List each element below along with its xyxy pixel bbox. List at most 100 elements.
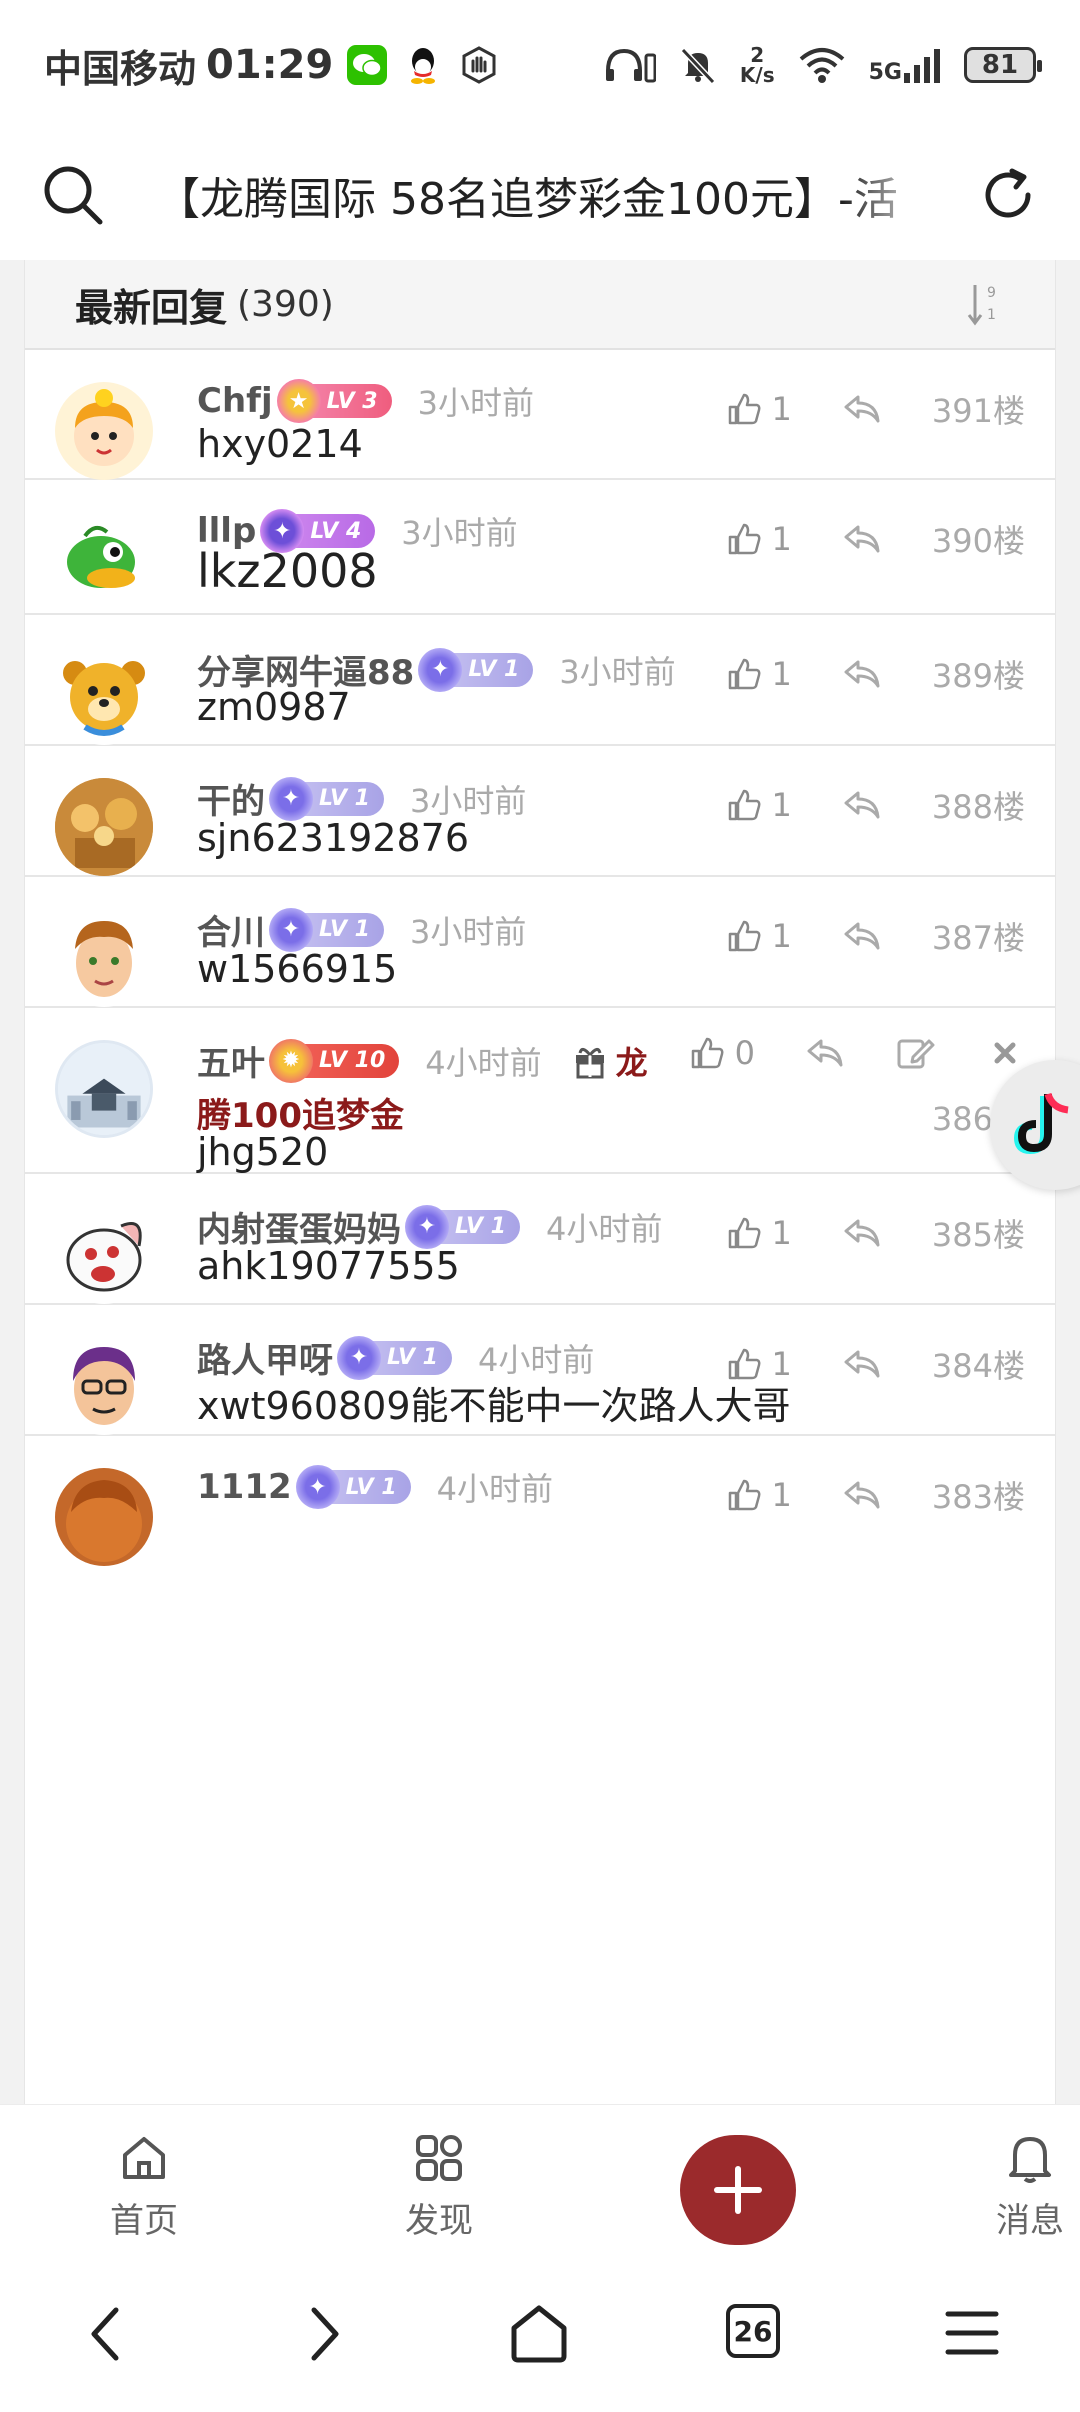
title-bar: 【龙腾国际 58名追梦彩金100元】-活 [0,130,1080,260]
level-badge: ★ LV 3 [276,379,392,423]
discover-grid-icon [416,2135,462,2181]
home-button-icon[interactable] [508,2302,570,2364]
nav-messages[interactable]: 消息 [996,2131,1064,2242]
like-button[interactable]: 1 [726,786,792,824]
network-type: 5G [868,60,902,85]
like-button[interactable]: 1 [726,1476,792,1514]
floor-number: 389楼 [931,657,1025,695]
forward-icon[interactable] [304,2304,344,2364]
level-text: LV 10 [319,1048,386,1073]
reply-row[interactable]: 五叶 ✹ LV 10 4小时前 龙 0 386楼 腾100追梦金 jhg520 [25,1008,1055,1174]
thumbs-up-icon [691,1037,724,1069]
notification-icons [347,45,499,85]
avatar[interactable] [55,909,153,1007]
search-icon[interactable] [40,162,106,228]
system-nav: 26 [0,2264,1080,2412]
reply-icon[interactable] [842,656,882,692]
reply-icon[interactable] [842,521,882,557]
reply-icon[interactable] [805,1035,845,1071]
like-count: 0 [734,1034,755,1072]
star-gem-icon: ✦ [337,1335,381,1380]
reply-content: sjn623192876 [197,816,470,860]
level-badge: ✦ LV 1 [295,1465,411,1509]
network-speed-value: 2 [750,43,765,67]
svg-text:9: 9 [987,285,996,301]
avatar[interactable] [55,1337,153,1435]
reply-content: w1566915 [197,947,398,991]
reply-icon[interactable] [842,1477,882,1513]
reply-row[interactable]: 内射蛋蛋妈妈 ✦ LV 1 4小时前 1 385楼 ahk19077555 [25,1174,1055,1305]
refresh-icon[interactable] [976,163,1040,227]
reply-row[interactable]: lllp ✦ LV 4 3小时前 1 390楼 lkz2008 [25,480,1055,615]
menu-icon[interactable] [944,2306,1000,2360]
like-button[interactable]: 0 [689,1034,755,1072]
avatar[interactable] [55,1468,153,1566]
qq-icon [403,45,443,85]
level-badge: ✹ LV 10 [269,1038,400,1083]
gift-tag[interactable]: 龙 [572,1038,648,1084]
battery-indicator: 81 [964,47,1042,83]
thumbs-up-icon [728,920,761,952]
avatar[interactable] [55,1040,153,1138]
reply-row[interactable]: 合川 ✦ LV 1 3小时前 1 387楼 w1566915 [25,877,1055,1008]
edit-icon[interactable] [895,1035,935,1071]
like-count: 1 [771,655,792,693]
post-time: 3小时前 [401,514,518,552]
avatar[interactable] [55,1206,153,1304]
nav-home[interactable]: 首页 [110,2131,178,2242]
like-button[interactable]: 1 [726,917,792,955]
replies-area[interactable]: 最新回复 (390) 91 Chfj ★ LV 3 3小时前 1 391楼 hxy… [0,260,1080,2104]
reply-row[interactable]: 干的 ✦ LV 1 3小时前 1 388楼 sjn623192876 [25,746,1055,877]
plus-icon [714,2166,762,2214]
floor-number: 384楼 [931,1347,1025,1385]
avatar[interactable] [55,647,153,745]
reply-icon[interactable] [842,391,882,427]
avatar[interactable] [55,778,153,876]
avatar[interactable] [55,382,153,480]
bottom-nav: 首页 发现 消息 [0,2104,1080,2264]
tabs-count: 26 [733,2314,773,2348]
reply-icon[interactable] [842,1215,882,1251]
reply-icon[interactable] [842,1346,882,1382]
reply-icon[interactable] [842,918,882,954]
like-button[interactable]: 1 [726,390,792,428]
mute-bell-icon [680,47,716,85]
reply-row[interactable]: Chfj ★ LV 3 3小时前 1 391楼 hxy0214 [25,350,1055,480]
wifi-icon [799,48,844,83]
delete-icon[interactable] [985,1035,1025,1071]
post-time: 3小时前 [559,652,676,691]
reply-icon[interactable] [842,787,882,823]
network-speed-unit: K/s [739,63,775,87]
reply-row[interactable]: 1112 ✦ LV 1 4小时前 1 383楼 [25,1436,1055,1567]
floor-number: 385楼 [931,1216,1025,1254]
reply-row[interactable]: 分享网牛逼88 ✦ LV 1 3小时前 1 389楼 zm0987 [25,615,1055,746]
add-post-button[interactable] [680,2135,796,2245]
like-button[interactable]: 1 [726,655,792,693]
username[interactable]: Chfj [197,381,273,421]
replies-panel: 最新回复 (390) 91 Chfj ★ LV 3 3小时前 1 391楼 hxy… [24,260,1056,2104]
username[interactable]: 五叶 [197,1036,265,1085]
reply-content: zm0987 [197,685,351,729]
thumbs-up-icon [728,789,761,821]
replies-header: 最新回复 (390) 91 [25,260,1055,350]
tabs-button[interactable]: 26 [726,2304,780,2358]
replies-count: (390) [237,283,334,325]
level-text: LV 1 [387,1345,438,1370]
like-button[interactable]: 1 [726,520,792,558]
nav-discover[interactable]: 发现 [405,2131,473,2242]
carrier-name: 中国移动 [44,46,197,91]
floor-number: 383楼 [931,1478,1025,1516]
like-button[interactable]: 1 [726,1214,792,1252]
star-gem-icon: ✦ [269,907,313,952]
replies-title: 最新回复 [75,285,228,330]
avatar[interactable] [55,512,153,610]
like-count: 1 [771,1214,792,1252]
username[interactable]: 1112 [197,1467,292,1507]
sort-icon[interactable]: 91 [965,279,1005,329]
reply-content: hxy0214 [197,422,363,466]
reply-row[interactable]: 路人甲呀 ✦ LV 1 4小时前 1 384楼 xwt960809能不能中一次路人… [25,1305,1055,1436]
signal-icon [904,49,940,83]
star-gem-icon: ✦ [269,776,313,821]
back-icon[interactable] [86,2304,126,2364]
post-time: 4小时前 [425,1043,542,1082]
